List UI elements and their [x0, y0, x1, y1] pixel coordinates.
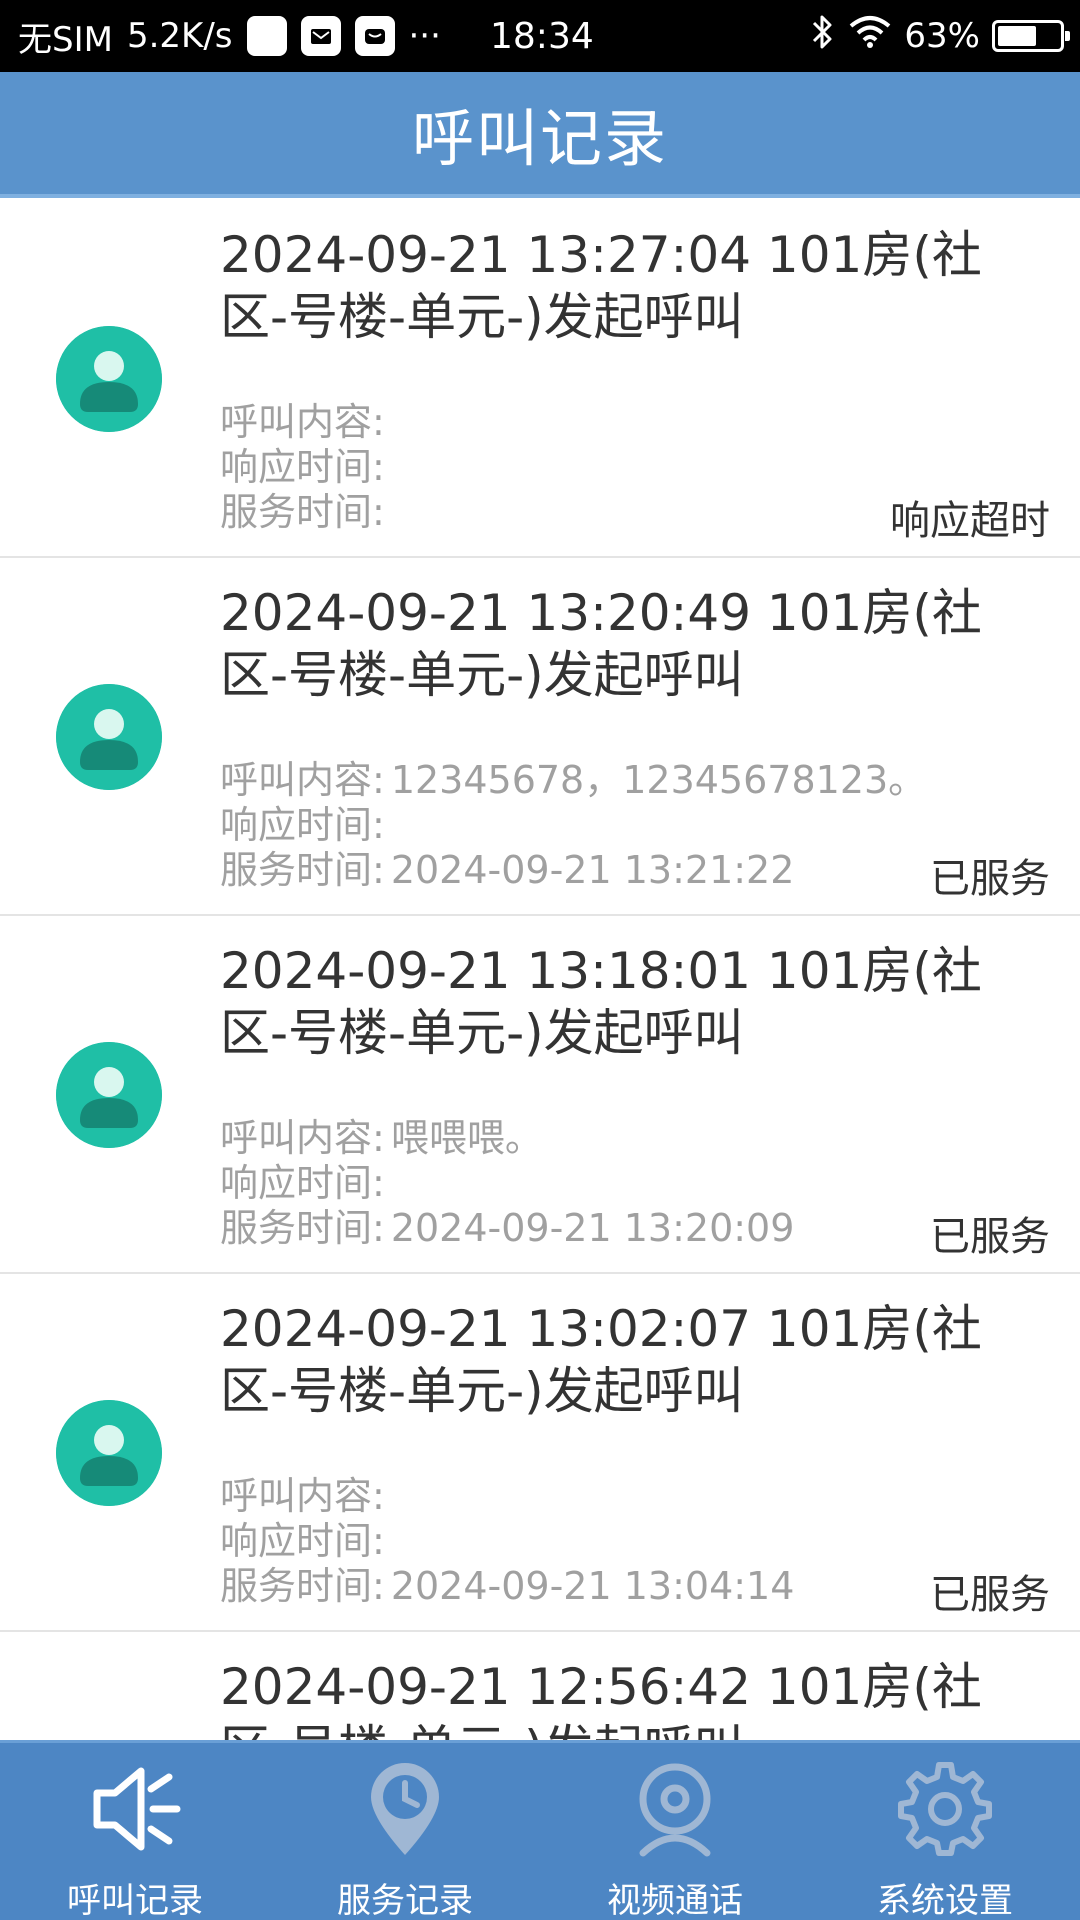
status-left: 无SIM 5.2K/s ··· — [18, 12, 441, 61]
wifi-icon — [848, 14, 892, 59]
call-content-row: 呼叫内容: — [220, 400, 1050, 445]
clock: 18:34 — [490, 15, 594, 57]
status-badge: 已服务 — [930, 1214, 1050, 1260]
status-right: 63% — [808, 0, 1070, 72]
call-content-row: 呼叫内容: 喂喂喂。 — [220, 1116, 1050, 1161]
service-time-row: 服务时间: 2024-09-21 13:21:22 — [220, 848, 1050, 893]
record-details: 呼叫内容: 响应时间: 服务时间: 2024-09-21 13:04:14 — [220, 1474, 1050, 1609]
call-content-value: 喂喂喂。 — [390, 1116, 543, 1160]
webcam-icon — [620, 1757, 730, 1861]
response-time-row: 响应时间: — [220, 445, 1050, 490]
location-clock-icon — [350, 1757, 460, 1861]
tab-system-settings[interactable]: 系统设置 — [810, 1743, 1080, 1920]
message-notification-icon — [354, 16, 395, 56]
network-speed: 5.2K/s — [126, 16, 233, 56]
battery-fill — [998, 26, 1036, 46]
tab-call-records-label: 呼叫记录 — [67, 1881, 203, 1920]
tab-video-call[interactable]: 视频通话 — [540, 1743, 810, 1920]
bottom-nav: 呼叫记录 服务记录 视频通话 系统设置 — [0, 1740, 1080, 1920]
response-time-row: 响应时间: — [220, 1161, 1050, 1206]
tab-system-settings-label: 系统设置 — [877, 1881, 1013, 1920]
call-content-label: 呼叫内容: — [220, 1474, 385, 1518]
record-title: 2024-09-21 13:18:01 101房(社区-号楼-单元-)发起呼叫 — [220, 942, 982, 1062]
tab-service-records[interactable]: 服务记录 — [270, 1743, 540, 1920]
call-content-label: 呼叫内容: — [220, 400, 385, 444]
more-notifications-icon: ··· — [408, 16, 441, 56]
service-time-row: 服务时间: 2024-09-21 13:20:09 — [220, 1206, 1050, 1251]
status-badge: 已服务 — [930, 1572, 1050, 1618]
bluetooth-icon — [808, 12, 836, 61]
user-avatar-icon — [56, 1400, 162, 1506]
record-details: 呼叫内容: 12345678，12345678123。 响应时间: 服务时间: … — [220, 758, 1050, 893]
service-time-row: 服务时间: 2024-09-21 13:04:14 — [220, 1564, 1050, 1609]
tab-service-records-label: 服务记录 — [337, 1881, 473, 1920]
user-avatar-icon — [56, 684, 162, 790]
list-item[interactable]: 2024-09-21 13:18:01 101房(社区-号楼-单元-)发起呼叫 … — [0, 916, 1080, 1274]
service-time-label: 服务时间: — [220, 1564, 385, 1608]
call-content-row: 呼叫内容: — [220, 1474, 1050, 1519]
speaker-icon — [80, 1757, 190, 1861]
call-content-value: 12345678，12345678123。 — [390, 758, 927, 802]
call-record-list[interactable]: 2024-09-21 13:27:04 101房(社区-号楼-单元-)发起呼叫 … — [0, 200, 1080, 1740]
record-title: 2024-09-21 12:56:42 101房(社区-号楼-单元-)发起呼叫 — [220, 1658, 982, 1740]
user-avatar-icon — [56, 326, 162, 432]
mail-notification-icon — [300, 16, 341, 56]
call-content-row: 呼叫内容: 12345678，12345678123。 — [220, 758, 1050, 803]
status-bar: 无SIM 5.2K/s ··· 18:34 63% — [0, 0, 1080, 72]
record-details: 呼叫内容: 喂喂喂。 响应时间: 服务时间: 2024-09-21 13:20:… — [220, 1116, 1050, 1251]
status-badge: 响应超时 — [890, 498, 1050, 544]
response-time-label: 响应时间: — [220, 1519, 385, 1563]
response-time-label: 响应时间: — [220, 1161, 385, 1205]
list-item[interactable]: 2024-09-21 13:27:04 101房(社区-号楼-单元-)发起呼叫 … — [0, 200, 1080, 558]
app-notification-icon — [246, 16, 287, 56]
call-content-label: 呼叫内容: — [220, 758, 385, 802]
list-item[interactable]: 2024-09-21 13:20:49 101房(社区-号楼-单元-)发起呼叫 … — [0, 558, 1080, 916]
tab-call-records[interactable]: 呼叫记录 — [0, 1743, 270, 1920]
carrier-text: 无SIM — [18, 19, 113, 60]
service-time-label: 服务时间: — [220, 1206, 385, 1250]
page-title: 呼叫记录 — [411, 102, 668, 175]
service-time-value: 2024-09-21 13:20:09 — [390, 1206, 795, 1250]
record-title: 2024-09-21 13:27:04 101房(社区-号楼-单元-)发起呼叫 — [220, 226, 982, 346]
service-time-value: 2024-09-21 13:21:22 — [390, 848, 795, 892]
battery-percent: 63% — [904, 16, 980, 56]
service-time-label: 服务时间: — [220, 490, 385, 534]
list-item[interactable]: 2024-09-21 13:02:07 101房(社区-号楼-单元-)发起呼叫 … — [0, 1274, 1080, 1632]
app-header: 呼叫记录 — [0, 72, 1080, 198]
response-time-label: 响应时间: — [220, 803, 385, 847]
record-title: 2024-09-21 13:02:07 101房(社区-号楼-单元-)发起呼叫 — [220, 1300, 982, 1420]
tab-video-call-label: 视频通话 — [607, 1881, 743, 1920]
status-badge: 已服务 — [930, 856, 1050, 902]
list-item[interactable]: 2024-09-21 12:56:42 101房(社区-号楼-单元-)发起呼叫 … — [0, 1632, 1080, 1740]
response-time-label: 响应时间: — [220, 445, 385, 489]
user-avatar-icon — [56, 1042, 162, 1148]
service-time-label: 服务时间: — [220, 848, 385, 892]
response-time-row: 响应时间: — [220, 803, 1050, 848]
gear-icon — [890, 1757, 1000, 1861]
response-time-row: 响应时间: — [220, 1519, 1050, 1564]
service-time-value: 2024-09-21 13:04:14 — [390, 1564, 795, 1608]
record-title: 2024-09-21 13:20:49 101房(社区-号楼-单元-)发起呼叫 — [220, 584, 982, 704]
battery-icon — [992, 20, 1070, 52]
call-content-label: 呼叫内容: — [220, 1116, 385, 1160]
